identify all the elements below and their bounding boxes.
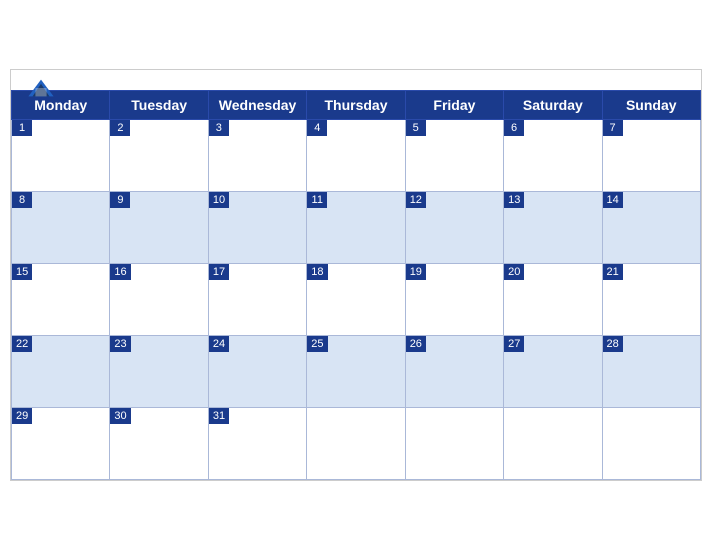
day-number: 14 bbox=[603, 192, 623, 208]
calendar-day-cell: 7 bbox=[602, 120, 700, 192]
calendar-day-cell bbox=[307, 408, 405, 480]
calendar-day-cell: 8 bbox=[12, 192, 110, 264]
calendar-day-cell: 15 bbox=[12, 264, 110, 336]
day-number: 25 bbox=[307, 336, 327, 352]
calendar-day-cell: 4 bbox=[307, 120, 405, 192]
day-number: 5 bbox=[406, 120, 426, 136]
calendar-day-cell: 17 bbox=[208, 264, 306, 336]
calendar-day-cell: 24 bbox=[208, 336, 306, 408]
calendar-day-cell: 5 bbox=[405, 120, 503, 192]
calendar-day-cell: 10 bbox=[208, 192, 306, 264]
calendar-day-cell: 26 bbox=[405, 336, 503, 408]
weekday-saturday: Saturday bbox=[504, 91, 602, 120]
calendar-day-cell: 28 bbox=[602, 336, 700, 408]
day-number: 4 bbox=[307, 120, 327, 136]
calendar-day-cell: 31 bbox=[208, 408, 306, 480]
day-number: 12 bbox=[406, 192, 426, 208]
calendar-day-cell: 12 bbox=[405, 192, 503, 264]
day-number: 6 bbox=[504, 120, 524, 136]
calendar-week-row: 8 9 10 11 12 13 14 bbox=[12, 192, 701, 264]
calendar-container: Monday Tuesday Wednesday Thursday Friday… bbox=[10, 69, 702, 481]
day-number: 8 bbox=[12, 192, 32, 208]
calendar-day-cell: 1 bbox=[12, 120, 110, 192]
day-number: 27 bbox=[504, 336, 524, 352]
day-number: 2 bbox=[110, 120, 130, 136]
day-number: 17 bbox=[209, 264, 229, 280]
day-number: 22 bbox=[12, 336, 32, 352]
day-number: 24 bbox=[209, 336, 229, 352]
day-number: 21 bbox=[603, 264, 623, 280]
calendar-day-cell: 21 bbox=[602, 264, 700, 336]
calendar-day-cell: 29 bbox=[12, 408, 110, 480]
calendar-day-cell: 2 bbox=[110, 120, 208, 192]
calendar-day-cell bbox=[504, 408, 602, 480]
day-number: 16 bbox=[110, 264, 130, 280]
calendar-day-cell: 23 bbox=[110, 336, 208, 408]
calendar-day-cell: 18 bbox=[307, 264, 405, 336]
calendar-day-cell: 11 bbox=[307, 192, 405, 264]
day-number: 10 bbox=[209, 192, 229, 208]
calendar-day-cell: 14 bbox=[602, 192, 700, 264]
weekday-friday: Friday bbox=[405, 91, 503, 120]
weekday-tuesday: Tuesday bbox=[110, 91, 208, 120]
logo-area bbox=[27, 78, 55, 98]
day-number: 15 bbox=[12, 264, 32, 280]
calendar-week-row: 29 30 31 bbox=[12, 408, 701, 480]
calendar-week-row: 15 16 17 18 19 20 21 bbox=[12, 264, 701, 336]
calendar-day-cell: 25 bbox=[307, 336, 405, 408]
day-number: 11 bbox=[307, 192, 327, 208]
day-number: 20 bbox=[504, 264, 524, 280]
calendar-week-row: 22 23 24 25 26 27 28 bbox=[12, 336, 701, 408]
calendar-day-cell: 20 bbox=[504, 264, 602, 336]
day-number: 3 bbox=[209, 120, 229, 136]
day-number: 9 bbox=[110, 192, 130, 208]
calendar-day-cell: 19 bbox=[405, 264, 503, 336]
calendar-day-cell bbox=[602, 408, 700, 480]
calendar-grid: Monday Tuesday Wednesday Thursday Friday… bbox=[11, 90, 701, 480]
calendar-day-cell: 27 bbox=[504, 336, 602, 408]
calendar-day-cell: 16 bbox=[110, 264, 208, 336]
day-number: 7 bbox=[603, 120, 623, 136]
calendar-day-cell: 9 bbox=[110, 192, 208, 264]
day-number: 23 bbox=[110, 336, 130, 352]
day-number: 18 bbox=[307, 264, 327, 280]
day-number: 30 bbox=[110, 408, 130, 424]
weekday-wednesday: Wednesday bbox=[208, 91, 306, 120]
general-blue-logo-icon bbox=[27, 78, 55, 98]
day-number: 19 bbox=[406, 264, 426, 280]
weekday-header-row: Monday Tuesday Wednesday Thursday Friday… bbox=[12, 91, 701, 120]
calendar-day-cell: 30 bbox=[110, 408, 208, 480]
weekday-sunday: Sunday bbox=[602, 91, 700, 120]
calendar-day-cell: 13 bbox=[504, 192, 602, 264]
calendar-header bbox=[11, 70, 701, 90]
calendar-week-row: 1 2 3 4 5 6 7 bbox=[12, 120, 701, 192]
day-number: 29 bbox=[12, 408, 32, 424]
day-number: 28 bbox=[603, 336, 623, 352]
calendar-day-cell: 22 bbox=[12, 336, 110, 408]
calendar-day-cell: 6 bbox=[504, 120, 602, 192]
day-number: 1 bbox=[12, 120, 32, 136]
weekday-thursday: Thursday bbox=[307, 91, 405, 120]
day-number: 26 bbox=[406, 336, 426, 352]
calendar-day-cell bbox=[405, 408, 503, 480]
calendar-day-cell: 3 bbox=[208, 120, 306, 192]
day-number: 31 bbox=[209, 408, 229, 424]
day-number: 13 bbox=[504, 192, 524, 208]
